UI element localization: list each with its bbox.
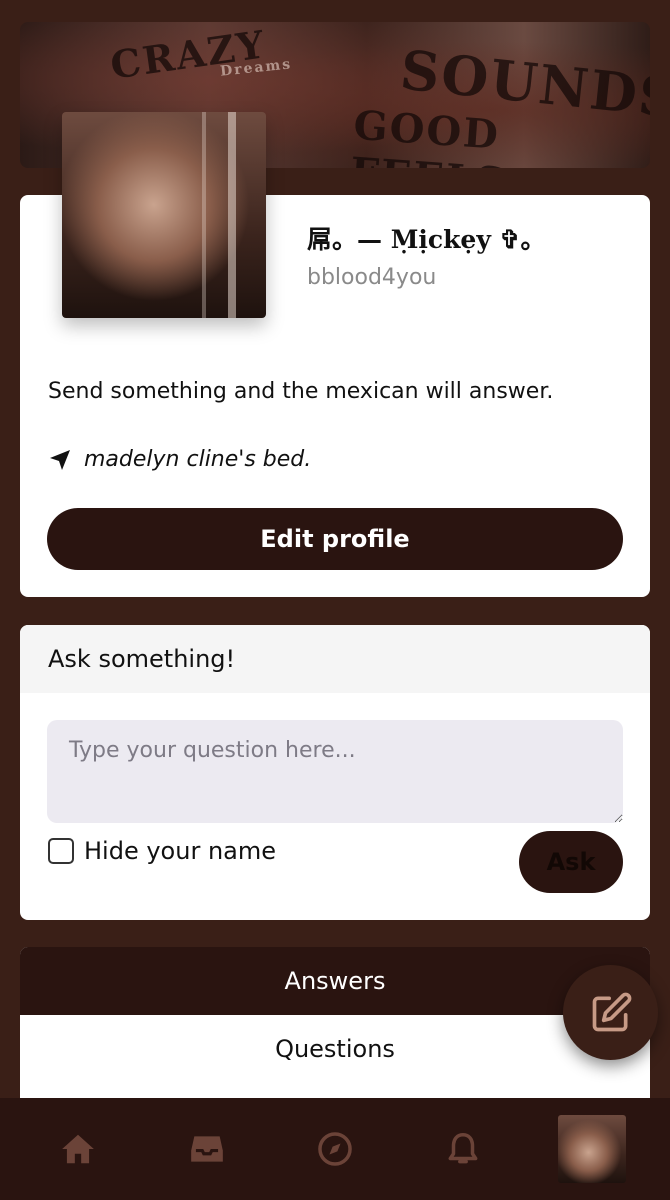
compass-icon	[318, 1132, 352, 1166]
nav-notifications[interactable]	[428, 1114, 498, 1184]
profile-avatar[interactable]	[62, 112, 266, 318]
bottom-nav	[0, 1098, 670, 1200]
profile-avatar-thumbnail	[557, 1115, 626, 1183]
username: bblood4you	[307, 265, 437, 290]
location-arrow-icon	[50, 449, 70, 470]
bell-icon	[448, 1133, 478, 1164]
edit-icon	[592, 992, 631, 1031]
nav-home[interactable]	[43, 1114, 113, 1184]
nav-inbox[interactable]	[172, 1114, 242, 1184]
tab-answers[interactable]: Answers	[20, 947, 650, 1015]
inbox-icon	[190, 1136, 223, 1162]
compose-button[interactable]	[563, 965, 658, 1060]
feed-tabs: Answers Questions	[20, 947, 650, 1107]
hide-name-label: Hide your name	[84, 837, 276, 865]
question-input[interactable]	[47, 720, 623, 823]
home-icon	[62, 1134, 95, 1164]
banner-graffiti: CRAZY	[107, 22, 269, 88]
avatar-photo-detail	[228, 112, 236, 318]
profile-bio: Send something and the mexican will answ…	[48, 379, 554, 404]
edit-profile-button[interactable]: Edit profile	[47, 508, 623, 570]
tab-questions[interactable]: Questions	[20, 1015, 650, 1083]
nav-profile[interactable]	[557, 1114, 627, 1184]
hide-name-checkbox[interactable]	[48, 838, 74, 864]
avatar-photo-detail	[202, 112, 206, 318]
ask-card: Ask something! Hide your name Ask	[20, 625, 650, 920]
ask-header: Ask something!	[20, 625, 650, 693]
ask-button[interactable]: Ask	[519, 831, 623, 893]
nav-explore[interactable]	[300, 1114, 370, 1184]
display-name: 屌。— Ṃịckẹy ✞。	[307, 225, 546, 254]
profile-location: madelyn cline's bed.	[48, 447, 311, 472]
location-text: madelyn cline's bed.	[84, 447, 312, 472]
hide-name-option[interactable]: Hide your name	[48, 837, 276, 865]
